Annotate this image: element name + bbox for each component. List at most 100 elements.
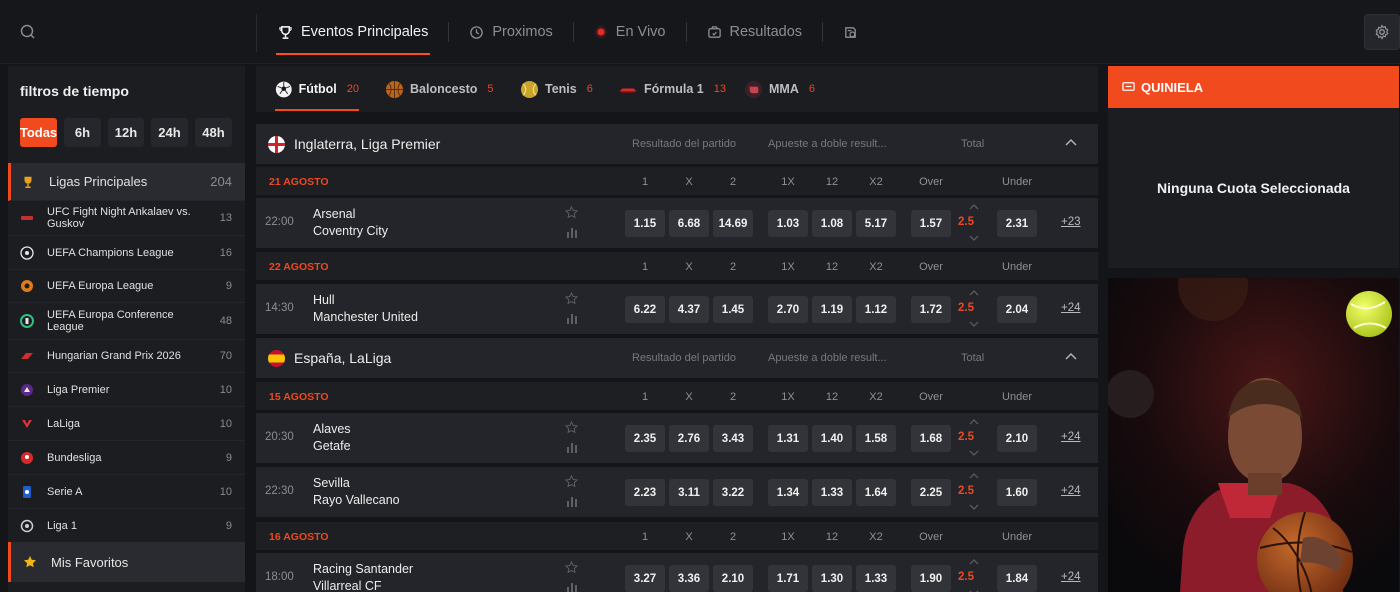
tab-tenis[interactable]: Tenis 6 [520, 66, 593, 112]
odd-button-under[interactable]: 1.84 [997, 565, 1037, 592]
odd-button-x2[interactable]: 1.33 [856, 565, 896, 592]
chevron-down-icon[interactable] [969, 450, 979, 456]
odd-button-1[interactable]: 3.27 [625, 565, 665, 592]
time-filter-6h[interactable]: 6h [64, 118, 101, 147]
odd-button-1x[interactable]: 1.34 [768, 479, 808, 506]
more-markets-link[interactable]: +24 [1061, 431, 1081, 443]
match-row[interactable]: 20:30 Alaves Getafe 2.35 2.76 3.43 1.31 … [256, 413, 1098, 463]
odd-button-1x[interactable]: 2.70 [768, 296, 808, 323]
tab-proximos[interactable]: Proximos [467, 0, 554, 64]
stats-icon[interactable] [566, 441, 578, 453]
odd-button-x[interactable]: 3.11 [669, 479, 709, 506]
match-row[interactable]: 14:30 Hull Manchester United 6.22 4.37 1… [256, 284, 1098, 334]
sidebar-item-favoritos[interactable]: Mis Favoritos [8, 542, 245, 582]
chevron-up-icon[interactable] [1064, 136, 1078, 150]
odd-button-x[interactable]: 4.37 [669, 296, 709, 323]
odd-button-under[interactable]: 2.10 [997, 425, 1037, 452]
stats-icon[interactable] [566, 581, 578, 592]
match-row[interactable]: 18:00 Racing Santander Villarreal CF 3.2… [256, 553, 1098, 592]
chevron-up-icon[interactable] [969, 204, 979, 210]
chevron-down-icon[interactable] [969, 504, 979, 510]
odd-button-2[interactable]: 3.22 [713, 479, 753, 506]
odd-button-2[interactable]: 1.45 [713, 296, 753, 323]
sidebar-item-conference[interactable]: UEFA Europa Conference League 48 [8, 303, 245, 340]
odd-button-1[interactable]: 2.23 [625, 479, 665, 506]
odd-button-1x[interactable]: 1.03 [768, 210, 808, 237]
chevron-down-icon[interactable] [969, 321, 979, 327]
odd-button-x2[interactable]: 5.17 [856, 210, 896, 237]
odd-button-under[interactable]: 2.31 [997, 210, 1037, 237]
favorite-star-icon[interactable] [565, 421, 578, 434]
odd-button-over[interactable]: 1.57 [911, 210, 951, 237]
sidebar-item-ufc[interactable]: UFC Fight Night Ankalaev vs. Guskov 13 [8, 201, 245, 236]
sidebar-item-champions[interactable]: UEFA Champions League 16 [8, 236, 245, 270]
chevron-up-icon[interactable] [969, 419, 979, 425]
odd-button-x[interactable]: 2.76 [669, 425, 709, 452]
time-filter-12h[interactable]: 12h [108, 118, 144, 147]
odd-button-2[interactable]: 14.69 [713, 210, 753, 237]
tab-en-vivo[interactable]: En Vivo [592, 0, 668, 64]
odd-button-12[interactable]: 1.30 [812, 565, 852, 592]
odd-button-12[interactable]: 1.40 [812, 425, 852, 452]
tab-baloncesto[interactable]: Baloncesto 5 [385, 66, 494, 112]
odd-button-x[interactable]: 6.68 [669, 210, 709, 237]
odd-button-under[interactable]: 2.04 [997, 296, 1037, 323]
sidebar-item-laliga[interactable]: LaLiga 10 [8, 407, 245, 441]
chevron-up-icon[interactable] [969, 290, 979, 296]
sidebar-item-liga-premier[interactable]: Liga Premier 10 [8, 373, 245, 407]
sidebar-item-europa[interactable]: UEFA Europa League 9 [8, 270, 245, 303]
search-icon[interactable] [18, 22, 38, 42]
chevron-up-icon[interactable] [969, 559, 979, 565]
favorite-star-icon[interactable] [565, 292, 578, 305]
tab-resultados[interactable]: Resultados [705, 0, 805, 64]
favorite-star-icon[interactable] [565, 475, 578, 488]
match-row[interactable]: 22:00 Arsenal Coventry City 1.15 6.68 14… [256, 198, 1098, 248]
odd-button-12[interactable]: 1.19 [812, 296, 852, 323]
stats-icon[interactable] [566, 226, 578, 238]
odd-button-x2[interactable]: 1.64 [856, 479, 896, 506]
sidebar-item-hungarian-gp[interactable]: Hungarian Grand Prix 2026 70 [8, 340, 245, 373]
stats-icon[interactable] [566, 495, 578, 507]
odd-button-1[interactable]: 2.35 [625, 425, 665, 452]
odd-button-under[interactable]: 1.60 [997, 479, 1037, 506]
odd-button-12[interactable]: 1.33 [812, 479, 852, 506]
odd-button-x2[interactable]: 1.12 [856, 296, 896, 323]
chevron-up-icon[interactable] [1064, 350, 1078, 364]
odd-button-over[interactable]: 2.25 [911, 479, 951, 506]
stats-icon[interactable] [566, 312, 578, 324]
tab-mma[interactable]: MMA 6 [744, 66, 815, 112]
odd-button-2[interactable]: 3.43 [713, 425, 753, 452]
chevron-up-icon[interactable] [969, 473, 979, 479]
sidebar-item-serie-a[interactable]: Serie A 10 [8, 475, 245, 509]
odd-button-over[interactable]: 1.72 [911, 296, 951, 323]
odd-button-12[interactable]: 1.08 [812, 210, 852, 237]
more-markets-link[interactable]: +24 [1061, 485, 1081, 497]
odd-button-1[interactable]: 6.22 [625, 296, 665, 323]
more-markets-link[interactable]: +24 [1061, 302, 1081, 314]
tab-betslip[interactable] [841, 0, 860, 64]
favorite-star-icon[interactable] [565, 206, 578, 219]
tab-formula-1[interactable]: Fórmula 1 13 [618, 66, 726, 112]
odd-button-x[interactable]: 3.36 [669, 565, 709, 592]
quiniela-header[interactable]: QUINIELA [1108, 66, 1399, 108]
odd-button-over[interactable]: 1.68 [911, 425, 951, 452]
sidebar-item-liga-1[interactable]: Liga 1 9 [8, 509, 245, 542]
odd-button-1[interactable]: 1.15 [625, 210, 665, 237]
sidebar-item-ligas-principales[interactable]: Ligas Principales 204 [8, 163, 245, 201]
tab-futbol[interactable]: Fútbol 20 [275, 66, 359, 112]
odd-button-x2[interactable]: 1.58 [856, 425, 896, 452]
more-markets-link[interactable]: +23 [1061, 216, 1081, 228]
chevron-down-icon[interactable] [969, 235, 979, 241]
odd-button-over[interactable]: 1.90 [911, 565, 951, 592]
time-filter-48h[interactable]: 48h [195, 118, 232, 147]
odd-button-1x[interactable]: 1.71 [768, 565, 808, 592]
time-filter-todas[interactable]: Todas [20, 118, 57, 147]
odd-button-2[interactable]: 2.10 [713, 565, 753, 592]
promo-banner[interactable] [1108, 278, 1399, 592]
favorite-star-icon[interactable] [565, 561, 578, 574]
more-markets-link[interactable]: +24 [1061, 571, 1081, 583]
time-filter-24h[interactable]: 24h [151, 118, 188, 147]
settings-button[interactable] [1364, 14, 1400, 50]
match-row[interactable]: 22:30 Sevilla Rayo Vallecano 2.23 3.11 3… [256, 467, 1098, 517]
tab-eventos-principales[interactable]: Eventos Principales [276, 0, 431, 64]
